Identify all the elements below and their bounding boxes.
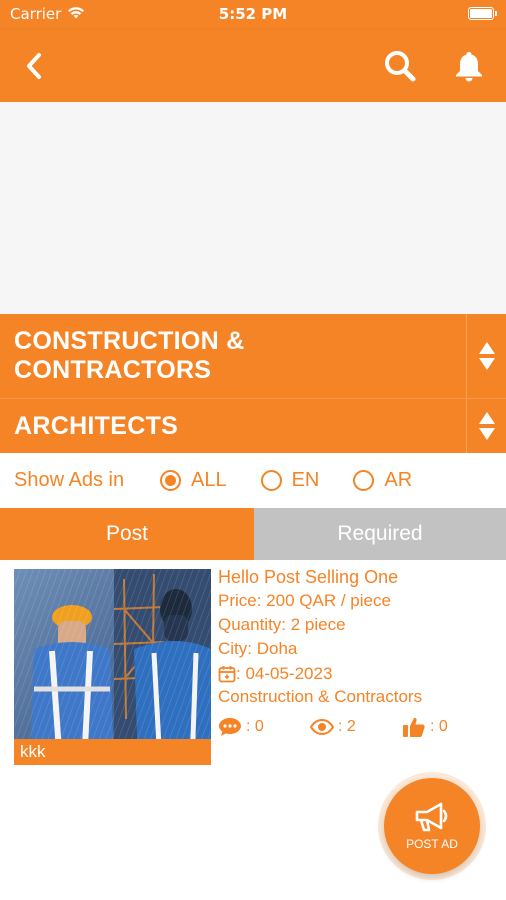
top-nav-bar [0, 30, 506, 102]
listing-price: Price: 200 QAR / piece [218, 591, 391, 610]
sort-arrows-icon[interactable] [466, 399, 506, 453]
radio-ar[interactable]: AR [353, 469, 412, 492]
comments-stat[interactable]: : 0 [218, 717, 310, 737]
views-stat: : 2 [310, 718, 402, 736]
listing-details: Hello Post Selling One Price: 200 QAR / … [218, 566, 498, 738]
comment-bubble-icon [219, 718, 241, 736]
listing-quantity: Quantity: 2 piece [218, 615, 346, 634]
category-primary-label: CONSTRUCTION & CONTRACTORS [14, 327, 245, 384]
radio-en-label: EN [291, 468, 320, 491]
language-filter-label: Show Ads in [14, 468, 125, 491]
banner-area [0, 102, 506, 314]
radio-ar-label: AR [384, 468, 413, 491]
views-count: : 2 [338, 718, 356, 735]
megaphone-icon [415, 802, 448, 832]
radio-circle-icon [160, 469, 181, 491]
search-button[interactable] [378, 44, 422, 88]
likes-count: : 0 [430, 718, 448, 735]
search-icon [385, 51, 416, 82]
language-filter: Show Ads in ALL EN AR [0, 460, 506, 500]
listing-title[interactable]: Hello Post Selling One [218, 566, 498, 590]
category-secondary-label: ARCHITECTS [14, 411, 179, 440]
listing-thumbnail[interactable]: kkk [14, 569, 211, 765]
construction-workers-image [14, 569, 211, 765]
notifications-button[interactable] [447, 44, 491, 88]
listing-category: Construction & Contractors [218, 687, 423, 706]
comments-count: : 0 [246, 718, 264, 735]
radio-circle-icon [260, 469, 282, 491]
tab-required[interactable]: Required [254, 508, 506, 560]
post-ad-label: POST AD [406, 837, 458, 851]
sort-arrows-icon[interactable] [466, 314, 506, 398]
tab-bar: Post Required [0, 508, 506, 560]
radio-all[interactable]: ALL [160, 469, 227, 492]
calendar-icon [218, 666, 236, 683]
listing-city: City: Doha [218, 639, 298, 658]
back-button[interactable] [12, 44, 56, 88]
radio-circle-icon [353, 469, 375, 491]
status-bar: Carrier 5:52 PM [0, 0, 506, 30]
likes-stat[interactable]: : 0 [402, 716, 448, 738]
category-selector-secondary[interactable]: ARCHITECTS [0, 398, 506, 453]
thumbs-up-icon [403, 717, 425, 737]
listing-thumbnail-caption: kkk [14, 739, 211, 765]
listing-card[interactable]: kkk Hello Post Selling One Price: 200 QA… [0, 566, 506, 766]
category-selector-primary[interactable]: CONSTRUCTION & CONTRACTORS [0, 314, 506, 398]
post-ad-button[interactable]: POST AD [384, 778, 480, 874]
listing-date-row: : 04-05-2023 [218, 662, 498, 686]
listing-stats: : 0 : 2 : 0 [218, 716, 498, 738]
radio-all-label: ALL [191, 468, 227, 491]
battery-icon [468, 7, 497, 20]
bell-icon [456, 52, 482, 82]
eye-icon [310, 719, 334, 735]
tab-post[interactable]: Post [0, 508, 254, 560]
chevron-left-icon [27, 53, 41, 79]
listing-date: : 04-05-2023 [236, 664, 333, 683]
radio-en[interactable]: EN [260, 468, 320, 492]
clock: 5:52 PM [218, 5, 288, 23]
